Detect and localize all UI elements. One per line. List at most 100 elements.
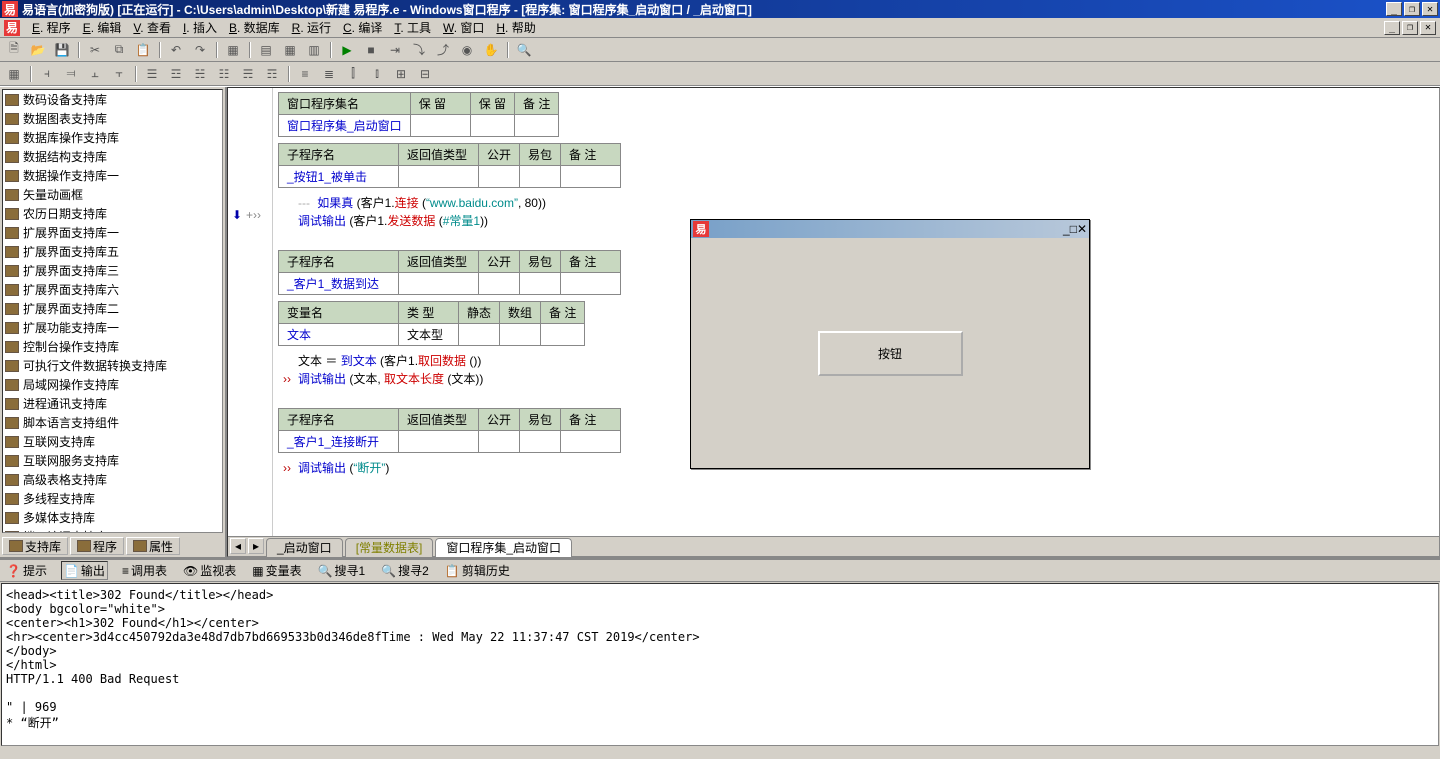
child-button[interactable]: 按钮 [818, 331, 963, 376]
mdi-restore-button[interactable]: ❐ [1402, 21, 1418, 35]
editor-tab[interactable]: _启动窗口 [266, 538, 343, 557]
menu-程序[interactable]: E. 程序 [26, 21, 77, 35]
library-item[interactable]: 数据结构支持库 [3, 147, 222, 166]
layout9-icon[interactable]: ☴ [237, 64, 259, 84]
menu-数据库[interactable]: B. 数据库 [223, 21, 286, 35]
menu-窗口[interactable]: W. 窗口 [437, 21, 490, 35]
step-out-icon[interactable]: ⤴ [432, 40, 454, 60]
library-item[interactable]: 矢量动画框 [3, 185, 222, 204]
panel-tab-属性[interactable]: 属性 [126, 537, 180, 555]
open-file-icon[interactable]: 📂 [27, 40, 49, 60]
restore-button[interactable]: ❐ [1404, 2, 1420, 16]
mdi-minimize-button[interactable]: _ [1384, 21, 1400, 35]
editor-tab[interactable]: [常量数据表] [345, 538, 434, 557]
output-tab-搜寻1[interactable]: 🔍 搜寻1 [316, 562, 368, 579]
library-item[interactable]: 端口访问支持库 [3, 527, 222, 533]
layout6-icon[interactable]: ☲ [165, 64, 187, 84]
library-item[interactable]: 互联网服务支持库 [3, 451, 222, 470]
editor-tab[interactable]: 窗口程序集_启动窗口 [435, 538, 572, 557]
output-tab-变量表[interactable]: ▦ 变量表 [250, 562, 303, 579]
output-console[interactable]: <head><title>302 Found</title></head> <b… [1, 583, 1439, 746]
step-over-icon[interactable]: ⤵ [408, 40, 430, 60]
cut-icon[interactable]: ✂ [84, 40, 106, 60]
align-left-icon[interactable]: ⫞ [36, 64, 58, 84]
run-icon[interactable]: ▶ [336, 40, 358, 60]
menu-编译[interactable]: C. 编译 [337, 21, 388, 35]
close-button[interactable]: ✕ [1422, 2, 1438, 16]
menu-工具[interactable]: T. 工具 [388, 21, 437, 35]
library-item[interactable]: 可执行文件数据转换支持库 [3, 356, 222, 375]
align-grid-icon[interactable]: ▦ [3, 64, 25, 84]
library-item[interactable]: 数据图表支持库 [3, 109, 222, 128]
new-file-icon[interactable]: 🗎 [3, 40, 25, 60]
layout16-icon[interactable]: ⊟ [414, 64, 436, 84]
output-tab-剪辑历史[interactable]: 📋 剪辑历史 [443, 562, 512, 579]
library-item[interactable]: 脚本语言支持组件 [3, 413, 222, 432]
undo-icon[interactable]: ↶ [165, 40, 187, 60]
layout5-icon[interactable]: ☰ [141, 64, 163, 84]
library-item[interactable]: 扩展功能支持库一 [3, 318, 222, 337]
output-tab-监视表[interactable]: 👁 监视表 [181, 562, 238, 579]
menu-运行[interactable]: R. 运行 [286, 21, 337, 35]
library-item[interactable]: 进程通讯支持库 [3, 394, 222, 413]
output-tab-调用表[interactable]: ≡ 调用表 [120, 562, 169, 579]
menu-编辑[interactable]: E. 编辑 [77, 21, 128, 35]
redo-icon[interactable]: ↷ [189, 40, 211, 60]
library-item[interactable]: 扩展界面支持库三 [3, 261, 222, 280]
paste-icon[interactable]: 📋 [132, 40, 154, 60]
layout10-icon[interactable]: ☶ [261, 64, 283, 84]
output-tab-搜寻2[interactable]: 🔍 搜寻2 [379, 562, 431, 579]
layout15-icon[interactable]: ⊞ [390, 64, 412, 84]
layout3-icon[interactable]: ▥ [303, 40, 325, 60]
mdi-close-button[interactable]: ✕ [1420, 21, 1436, 35]
output-tab-提示[interactable]: ❓ 提示 [4, 562, 49, 579]
layout12-icon[interactable]: ≣ [318, 64, 340, 84]
library-item[interactable]: 控制台操作支持库 [3, 337, 222, 356]
align-top-icon[interactable]: ⫠ [84, 64, 106, 84]
menu-帮助[interactable]: H. 帮助 [490, 21, 541, 35]
panel-tab-支持库[interactable]: 支持库 [2, 537, 68, 555]
tab-next-button[interactable]: ▸ [248, 538, 264, 554]
layout11-icon[interactable]: ≡ [294, 64, 316, 84]
step-icon[interactable]: ⇥ [384, 40, 406, 60]
child-close-button[interactable]: ✕ [1077, 222, 1087, 236]
library-item[interactable]: 数据操作支持库一 [3, 166, 222, 185]
tab-prev-button[interactable]: ◂ [230, 538, 246, 554]
hand-icon[interactable]: ✋ [480, 40, 502, 60]
output-tab-输出[interactable]: 📄 输出 [61, 561, 108, 580]
menu-查看[interactable]: V. 查看 [127, 21, 177, 35]
copy-icon[interactable]: ⧉ [108, 40, 130, 60]
library-item[interactable]: 数码设备支持库 [3, 90, 222, 109]
tool-icon[interactable]: ▦ [222, 40, 244, 60]
library-item[interactable]: 扩展界面支持库六 [3, 280, 222, 299]
save-icon[interactable]: 💾 [51, 40, 73, 60]
stop-icon[interactable]: ■ [360, 40, 382, 60]
child-window-titlebar[interactable]: 易 _ □ ✕ [691, 220, 1089, 238]
layout13-icon[interactable]: ⫿ [342, 64, 364, 84]
library-item[interactable]: 互联网支持库 [3, 432, 222, 451]
library-list[interactable]: 数码设备支持库数据图表支持库数据库操作支持库数据结构支持库数据操作支持库一矢量动… [2, 89, 223, 533]
library-item[interactable]: 高级表格支持库 [3, 470, 222, 489]
layout2-icon[interactable]: ▦ [279, 40, 301, 60]
menu-插入[interactable]: I. 插入 [177, 21, 223, 35]
layout14-icon[interactable]: ⫾ [366, 64, 388, 84]
child-minimize-button[interactable]: _ [1063, 222, 1070, 236]
library-item[interactable]: 扩展界面支持库一 [3, 223, 222, 242]
library-item[interactable]: 农历日期支持库 [3, 204, 222, 223]
library-item[interactable]: 多线程支持库 [3, 489, 222, 508]
align-right-icon[interactable]: ⫤ [60, 64, 82, 84]
layout8-icon[interactable]: ☷ [213, 64, 235, 84]
child-maximize-button[interactable]: □ [1070, 222, 1077, 236]
align-bottom-icon[interactable]: ⫟ [108, 64, 130, 84]
breakpoint-icon[interactable]: ◉ [456, 40, 478, 60]
library-item[interactable]: 多媒体支持库 [3, 508, 222, 527]
library-item[interactable]: 数据库操作支持库 [3, 128, 222, 147]
library-item[interactable]: 扩展界面支持库二 [3, 299, 222, 318]
library-item[interactable]: 扩展界面支持库五 [3, 242, 222, 261]
panel-tab-程序[interactable]: 程序 [70, 537, 124, 555]
layout7-icon[interactable]: ☵ [189, 64, 211, 84]
minimize-button[interactable]: _ [1386, 2, 1402, 16]
library-item[interactable]: 局域网操作支持库 [3, 375, 222, 394]
layout-icon[interactable]: ▤ [255, 40, 277, 60]
search-icon[interactable]: 🔍 [513, 40, 535, 60]
